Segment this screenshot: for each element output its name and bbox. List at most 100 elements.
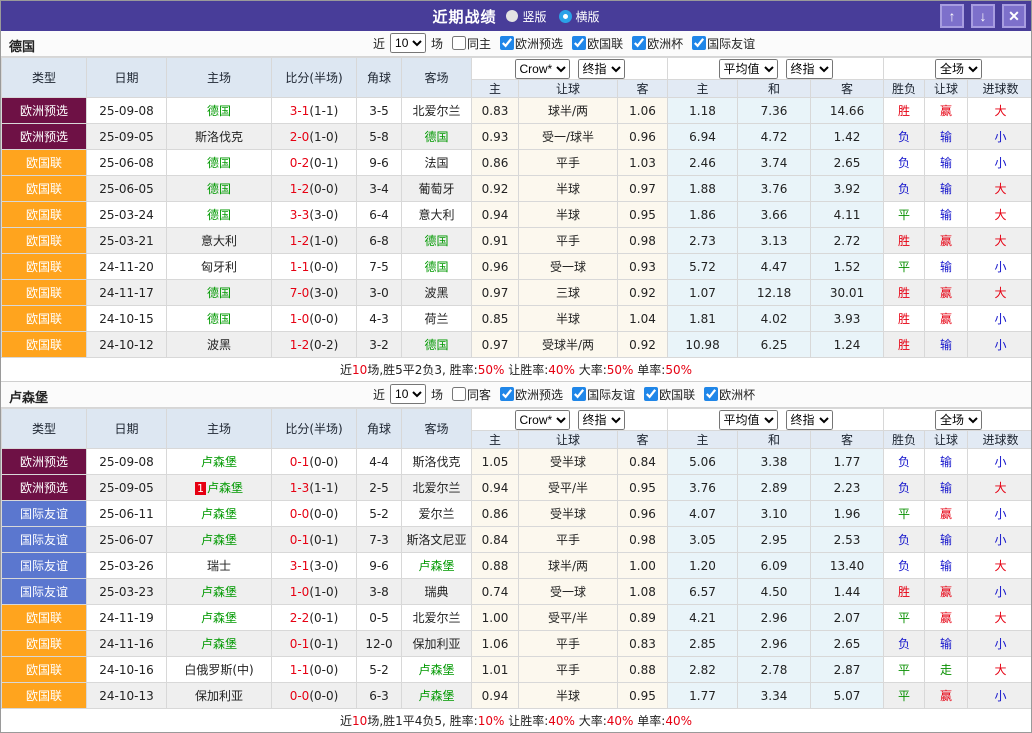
home-team-name: 卢森堡 — [201, 455, 237, 469]
full-time-score: 3-3 — [290, 208, 310, 222]
avg-home-odds: 1.07 — [668, 280, 738, 306]
competition-filter-checkbox[interactable] — [704, 387, 718, 401]
crow-home-odds: 1.06 — [472, 631, 519, 657]
avg-home-odds: 2.82 — [668, 657, 738, 683]
away-team: 斯洛文尼亚 — [402, 527, 472, 553]
window-title: 近期战绩 — [432, 6, 496, 27]
final-index-select[interactable]: 终指 — [786, 410, 833, 430]
avg-home-odds: 1.77 — [668, 683, 738, 709]
competition-filter-label: 欧国联 — [587, 35, 623, 52]
result-handicap: 输 — [925, 631, 968, 657]
competition-filter[interactable]: 国际友谊 — [566, 386, 635, 403]
corners-cell: 12-0 — [357, 631, 402, 657]
same-venue-filter-checkbox[interactable] — [452, 36, 466, 50]
away-team: 卢森堡 — [402, 683, 472, 709]
score-cell: 3-1(1-1) — [272, 98, 357, 124]
avg-away-odds: 1.52 — [811, 254, 884, 280]
same-venue-filter[interactable]: 同客 — [446, 386, 491, 403]
score-cell: 3-1(3-0) — [272, 553, 357, 579]
away-team: 爱尔兰 — [402, 501, 472, 527]
final-index-select[interactable]: 终指 — [578, 59, 625, 79]
type-badge: 国际友谊 — [2, 501, 87, 527]
final-index-select[interactable]: 终指 — [578, 410, 625, 430]
result-handicap: 赢 — [925, 280, 968, 306]
result-wdl: 胜 — [884, 306, 925, 332]
result-wdl: 负 — [884, 527, 925, 553]
average-odds-select[interactable]: 平均值 — [719, 59, 778, 79]
crow-company-select[interactable]: Crow* — [515, 59, 570, 79]
corners-cell: 6-8 — [357, 228, 402, 254]
competition-filter-checkbox[interactable] — [692, 36, 706, 50]
sub-column-header: 让球 — [925, 431, 968, 449]
final-index-select[interactable]: 终指 — [786, 59, 833, 79]
half-time-score: (0-0) — [309, 455, 338, 469]
competition-filter-checkbox[interactable] — [632, 36, 646, 50]
type-badge: 国际友谊 — [2, 527, 87, 553]
result-handicap: 输 — [925, 176, 968, 202]
view-mode-radio[interactable]: 横版 — [559, 8, 600, 25]
match-row: 欧国联24-11-17德国7-0(3-0)3-0波黑0.97三球0.921.07… — [2, 280, 1032, 306]
competition-filter-checkbox[interactable] — [572, 36, 586, 50]
away-team-name: 意大利 — [418, 208, 454, 222]
home-team-name: 卢森堡 — [201, 637, 237, 651]
half-time-score: (0-1) — [309, 156, 338, 170]
view-mode-radio[interactable]: 竖版 — [506, 8, 546, 25]
crow-home-odds: 0.84 — [472, 527, 519, 553]
corners-cell: 7-5 — [357, 254, 402, 280]
rank-badge: 1 — [195, 482, 206, 495]
crow-home-odds: 0.91 — [472, 228, 519, 254]
odds-group-header: 平均值终指 — [668, 409, 884, 431]
away-team-name: 保加利亚 — [412, 637, 460, 651]
same-venue-filter-checkbox[interactable] — [452, 387, 466, 401]
move-down-button[interactable]: ↓ — [971, 4, 995, 28]
games-count-select[interactable]: 10 — [390, 384, 426, 404]
competition-filter-checkbox[interactable] — [572, 387, 586, 401]
full-time-score: 1-0 — [290, 585, 310, 599]
competition-filter[interactable]: 欧洲预选 — [494, 35, 563, 52]
away-team-name: 爱尔兰 — [418, 507, 454, 521]
competition-filter-label: 国际友谊 — [587, 386, 635, 403]
full-match-select[interactable]: 全场 — [935, 410, 982, 430]
result-handicap: 输 — [925, 150, 968, 176]
full-time-score: 1-2 — [290, 182, 310, 196]
result-goals: 大 — [968, 475, 1032, 501]
full-match-select[interactable]: 全场 — [935, 59, 982, 79]
result-goals: 小 — [968, 579, 1032, 605]
avg-away-odds: 2.53 — [811, 527, 884, 553]
home-team: 卢森堡 — [167, 527, 272, 553]
half-time-score: (1-0) — [309, 234, 338, 248]
crow-company-select[interactable]: Crow* — [515, 410, 570, 430]
section-header: 德国 近10场同主欧洲预选欧国联欧洲杯国际友谊 — [1, 31, 1031, 57]
result-handicap: 走 — [925, 657, 968, 683]
odds-group-header: Crow* 终指 — [472, 409, 668, 431]
crow-home-odds: 0.97 — [472, 280, 519, 306]
home-team: 卢森堡 — [167, 579, 272, 605]
match-row: 欧国联25-03-24德国3-3(3-0)6-4意大利0.94半球0.951.8… — [2, 202, 1032, 228]
competition-filter[interactable]: 欧洲杯 — [626, 35, 683, 52]
close-button[interactable]: ✕ — [1002, 4, 1026, 28]
window-controls: ↑ ↓ ✕ — [940, 4, 1026, 28]
competition-filter[interactable]: 欧国联 — [638, 386, 695, 403]
result-goals: 小 — [968, 527, 1032, 553]
summary-line: 近10场,胜5平2负3, 胜率:50% 让胜率:40% 大率:50% 单率:50… — [1, 358, 1031, 382]
same-venue-filter[interactable]: 同主 — [446, 35, 491, 52]
competition-filter-checkbox[interactable] — [644, 387, 658, 401]
competition-filter[interactable]: 欧国联 — [566, 35, 623, 52]
competition-filter[interactable]: 欧洲预选 — [494, 386, 563, 403]
average-odds-select[interactable]: 平均值 — [719, 410, 778, 430]
summary-line: 近10场,胜1平4负5, 胜率:10% 让胜率:40% 大率:40% 单率:40… — [1, 709, 1031, 733]
score-cell: 0-0(0-0) — [272, 683, 357, 709]
summary-text: 10 — [352, 714, 367, 728]
away-team: 斯洛伐克 — [402, 449, 472, 475]
games-count-select[interactable]: 10 — [390, 33, 426, 53]
matches-table: 类型日期主场比分(半场)角球客场Crow*终指平均值终指全场主让球客主和客胜负让… — [1, 57, 1032, 358]
summary-text: 大率: — [575, 361, 607, 378]
competition-filter[interactable]: 国际友谊 — [686, 35, 755, 52]
move-up-button[interactable]: ↑ — [940, 4, 964, 28]
competition-filter-checkbox[interactable] — [500, 36, 514, 50]
competition-filter-checkbox[interactable] — [500, 387, 514, 401]
competition-filter[interactable]: 欧洲杯 — [698, 386, 755, 403]
radio-icon — [559, 10, 572, 23]
crow-handicap: 受半球 — [519, 501, 618, 527]
result-handicap: 赢 — [925, 306, 968, 332]
